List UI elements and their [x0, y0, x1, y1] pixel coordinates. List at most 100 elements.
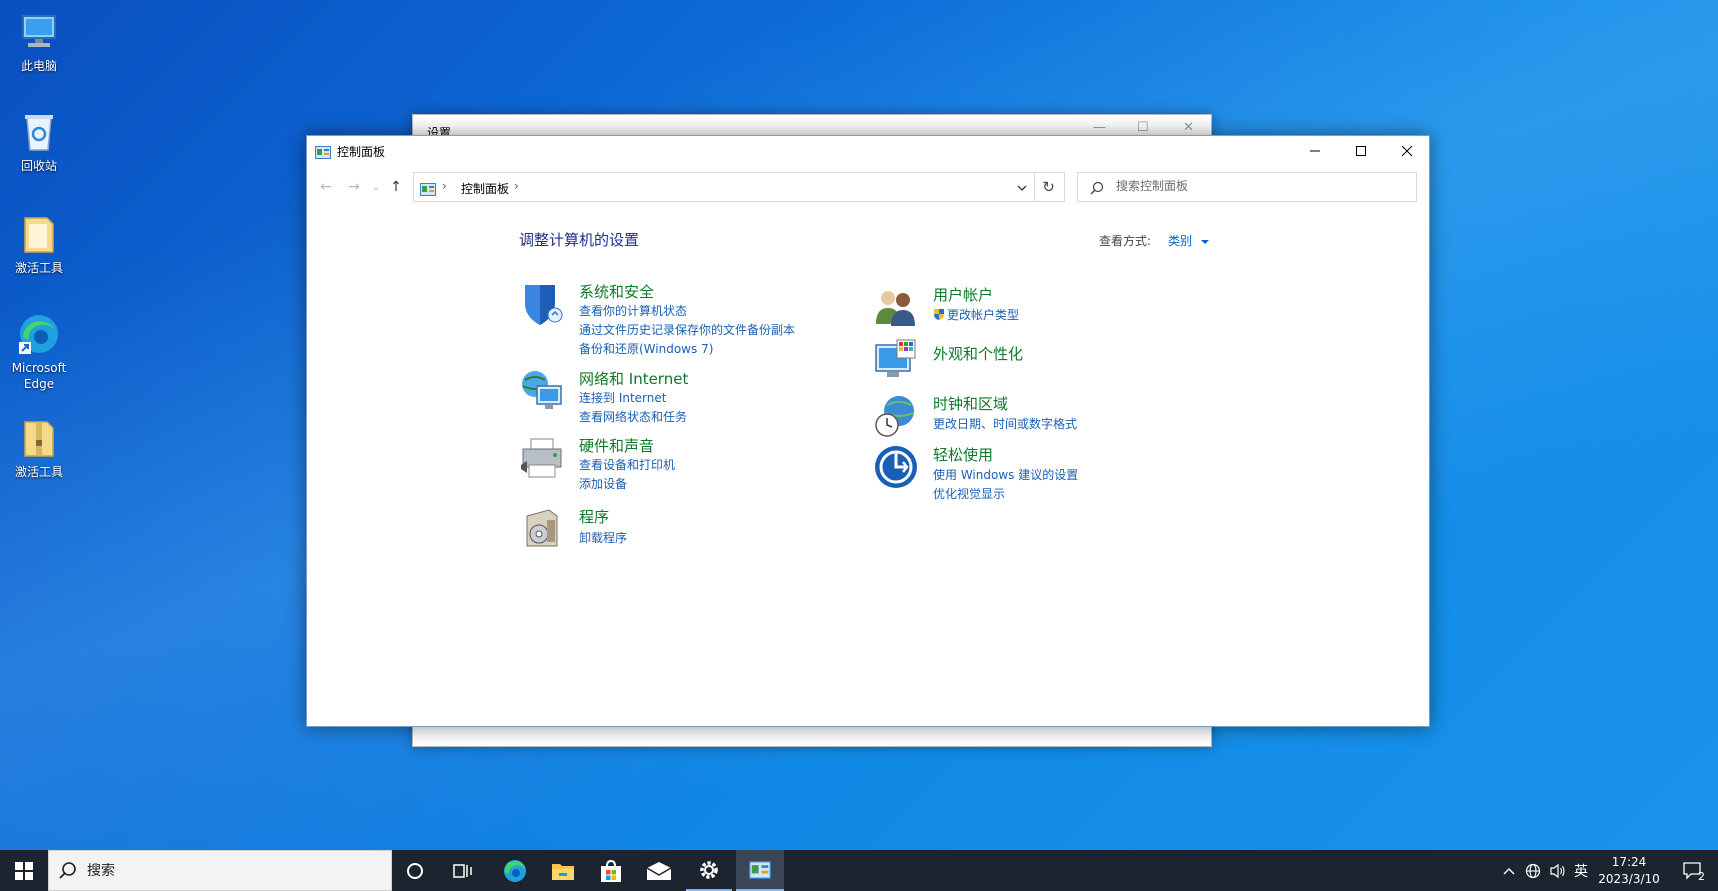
cortana-circle-icon — [407, 862, 423, 879]
taskbar-settings[interactable] — [686, 850, 732, 891]
users-icon[interactable] — [873, 284, 919, 330]
link-change-date-time-format[interactable]: 更改日期、时间或数字格式 — [933, 415, 1077, 432]
category-title[interactable]: 外观和个性化 — [933, 343, 1023, 364]
view-by-dropdown[interactable]: 类别 — [1168, 232, 1210, 249]
desktop-icon-edge[interactable]: Microsoft Edge — [6, 312, 72, 392]
uac-shield-icon — [934, 309, 944, 320]
up-button[interactable]: ↑ — [385, 176, 407, 198]
ease-of-access-icon[interactable] — [873, 444, 919, 490]
address-dropdown-button[interactable] — [1016, 179, 1028, 198]
link-view-computer-status[interactable]: 查看你的计算机状态 — [579, 302, 687, 319]
monitor-palette-icon[interactable] — [873, 337, 919, 383]
link-label: 更改帐户类型 — [947, 308, 1020, 322]
minimize-button[interactable] — [1292, 136, 1338, 166]
start-button[interactable] — [0, 850, 48, 891]
breadcrumb-separator-icon[interactable]: › — [442, 179, 447, 193]
taskbar-control-panel[interactable] — [736, 850, 784, 891]
address-bar[interactable]: › 控制面板 › — [413, 172, 1035, 202]
close-icon — [1401, 145, 1413, 157]
desktop-icon-recycle-bin[interactable]: 回收站 — [6, 110, 72, 174]
taskbar-mail[interactable] — [636, 850, 682, 891]
view-by-label: 查看方式: — [1099, 234, 1152, 248]
category-title[interactable]: 程序 — [579, 506, 609, 527]
taskbar-store[interactable] — [588, 850, 634, 891]
computer-icon — [17, 10, 61, 54]
link-uninstall-program[interactable]: 卸载程序 — [579, 529, 627, 546]
show-hidden-icons-button[interactable] — [1498, 850, 1520, 891]
refresh-button[interactable]: ↻ — [1033, 172, 1065, 202]
arrow-up-icon: ↑ — [390, 179, 402, 195]
minimize-icon[interactable]: — — [1093, 120, 1106, 135]
category-title[interactable]: 时钟和区域 — [933, 393, 1008, 414]
desktop-icon-this-pc[interactable]: 此电脑 — [6, 10, 72, 74]
recent-locations-button[interactable]: ⌄ — [365, 176, 387, 198]
category-title[interactable]: 硬件和声音 — [579, 435, 654, 456]
category-title[interactable]: 轻松使用 — [933, 444, 993, 465]
cortana-button[interactable] — [392, 850, 438, 891]
close-icon[interactable]: ✕ — [1183, 120, 1194, 135]
network-globe-icon[interactable] — [519, 368, 565, 414]
minimize-icon — [1310, 150, 1320, 152]
taskbar: 英 17:24 2023/3/10 2 — [0, 850, 1718, 891]
network-tray-button[interactable] — [1522, 850, 1544, 891]
speaker-icon — [1550, 863, 1565, 878]
folder-icon — [17, 212, 61, 256]
refresh-icon: ↻ — [1042, 178, 1055, 196]
taskbar-search-box[interactable] — [48, 850, 392, 891]
desktop-icon-label: 此电脑 — [20, 59, 57, 73]
link-add-device[interactable]: 添加设备 — [579, 475, 627, 492]
link-connect-internet[interactable]: 连接到 Internet — [579, 389, 666, 406]
control-panel-icon — [749, 860, 771, 879]
category-title[interactable]: 系统和安全 — [579, 281, 654, 302]
category-title[interactable]: 网络和 Internet — [579, 368, 688, 389]
forward-button[interactable]: → — [343, 176, 365, 198]
search-icon — [1090, 180, 1104, 199]
taskbar-search-input[interactable] — [87, 863, 367, 879]
search-input[interactable] — [1116, 179, 1406, 193]
input-method-indicator[interactable]: 英 — [1570, 850, 1592, 891]
programs-disc-icon[interactable] — [519, 506, 565, 552]
maximize-button[interactable] — [1338, 136, 1384, 166]
clock-globe-icon[interactable] — [873, 393, 919, 439]
link-file-history[interactable]: 通过文件历史记录保存你的文件备份副本 — [579, 321, 795, 338]
back-button[interactable]: ← — [315, 176, 337, 198]
taskbar-file-explorer[interactable] — [540, 850, 586, 891]
control-panel-window[interactable]: 控制面板 ← → ⌄ ↑ › 控制面板 › ↻ 调整计算机的设置 查 — [306, 135, 1430, 727]
edge-icon — [17, 312, 61, 356]
link-devices-printers[interactable]: 查看设备和打印机 — [579, 456, 675, 473]
taskbar-clock[interactable]: 17:24 2023/3/10 — [1592, 854, 1666, 888]
recycle-bin-icon — [17, 110, 61, 154]
shield-icon[interactable] — [519, 281, 565, 327]
volume-tray-button[interactable] — [1546, 850, 1570, 891]
task-view-button[interactable] — [440, 850, 486, 891]
close-button[interactable] — [1384, 136, 1430, 166]
chevron-up-icon — [1503, 867, 1515, 874]
title-bar[interactable]: 控制面板 — [307, 136, 1429, 166]
link-network-status[interactable]: 查看网络状态和任务 — [579, 408, 687, 425]
link-backup-restore[interactable]: 备份和还原(Windows 7) — [579, 340, 713, 357]
desktop-icon-activation-tool-zip[interactable]: 激活工具 — [6, 416, 72, 480]
window-title: 控制面板 — [337, 145, 386, 159]
maximize-icon — [1356, 146, 1366, 156]
clock-time: 17:24 — [1611, 855, 1647, 869]
breadcrumb-separator-icon[interactable]: › — [514, 179, 519, 193]
desktop-icon-label: 激活工具 — [14, 465, 63, 479]
maximize-icon[interactable]: ☐ — [1137, 120, 1149, 135]
breadcrumb-control-panel[interactable]: 控制面板 — [461, 180, 509, 197]
desktop-icon-activation-tool[interactable]: 激活工具 — [6, 212, 72, 276]
link-change-account-type[interactable]: 更改帐户类型 — [933, 306, 1019, 323]
desktop-icon-label: 激活工具 — [14, 261, 63, 275]
link-optimize-visual-display[interactable]: 优化视觉显示 — [933, 485, 1005, 502]
zip-folder-icon — [17, 416, 61, 460]
printer-icon[interactable] — [519, 435, 565, 481]
search-box[interactable] — [1077, 172, 1417, 202]
action-center-button[interactable]: 2 — [1672, 850, 1714, 891]
taskbar-edge[interactable] — [492, 850, 538, 891]
search-icon — [59, 861, 77, 883]
notification-count-badge: 2 — [1698, 870, 1705, 883]
store-bag-icon — [601, 859, 621, 882]
desktop-icon-label: Microsoft Edge — [11, 361, 67, 391]
category-title[interactable]: 用户帐户 — [933, 284, 993, 305]
link-recommended-settings[interactable]: 使用 Windows 建议的设置 — [933, 466, 1078, 483]
mail-icon — [646, 861, 672, 880]
